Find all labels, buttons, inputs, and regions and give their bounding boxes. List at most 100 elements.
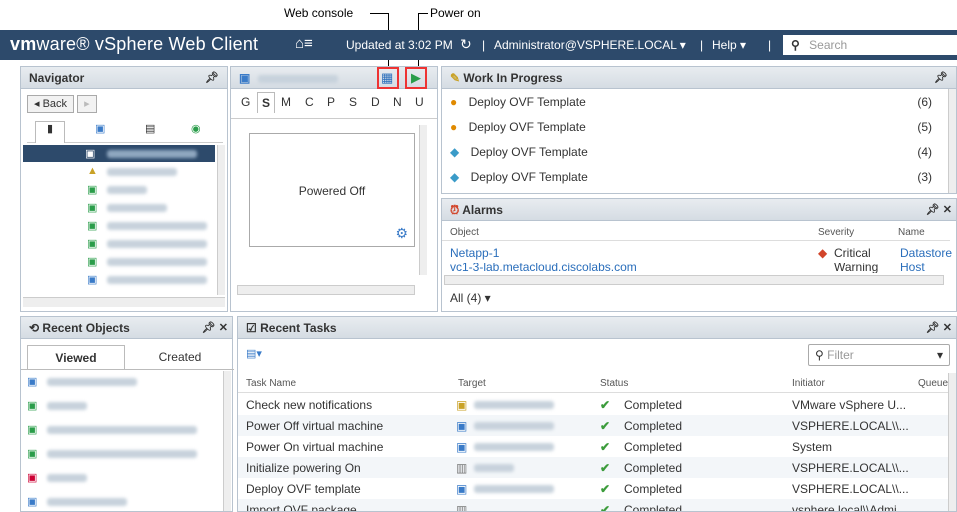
recent-objects-scrollbar[interactable] — [223, 371, 231, 511]
networking-icon[interactable]: ◉ — [191, 122, 201, 135]
wip-icon: ✎ — [450, 71, 461, 85]
separator: | — [482, 38, 486, 52]
chevron-down-icon[interactable]: ▾ — [937, 348, 943, 362]
wip-item[interactable]: ● Deploy OVF Template (6) — [442, 91, 950, 113]
list-item[interactable]: ▣ — [27, 447, 217, 465]
inventory-tabs: ▮ ▣ ▤ ◉ — [27, 119, 223, 143]
tab-networks[interactable]: N — [393, 95, 402, 109]
global-search-input[interactable]: ⚲ Search — [783, 35, 957, 55]
tree-row[interactable]: ▣ — [23, 181, 215, 198]
vms-templates-icon[interactable]: ▣ — [95, 122, 105, 135]
tree-scrollbar[interactable] — [217, 145, 225, 295]
alarm-row[interactable]: vc1-3-lab.metacloud.ciscolabs.com Warnin… — [442, 263, 950, 273]
check-icon: ✔ — [600, 398, 611, 412]
gear-icon[interactable]: ⚙ — [395, 225, 408, 242]
tasks-scrollbar[interactable] — [948, 373, 956, 511]
home-icon[interactable]: ⌂≡ — [295, 35, 313, 52]
tab-update-manager[interactable]: U — [415, 95, 424, 109]
tree-row[interactable]: ▣ — [23, 217, 215, 234]
warning-icon: ● — [450, 95, 458, 109]
alarm-row[interactable]: Netapp-1 ◆ Critical Datastore — [442, 243, 952, 263]
tree-row[interactable]: ▣ — [23, 253, 215, 270]
back-button[interactable]: ◂ Back — [27, 95, 75, 113]
hosts-clusters-icon[interactable]: ▮ — [35, 121, 65, 143]
vm-name — [257, 74, 338, 83]
summary-scrollbar[interactable] — [419, 125, 427, 275]
task-actions-icon[interactable]: ▤▾ — [246, 347, 262, 360]
navigator-header: Navigator 📌︎ — [21, 67, 227, 89]
wip-item[interactable]: ◆ Deploy OVF Template (4) — [442, 141, 950, 163]
pin-icon[interactable]: 📌︎ — [934, 71, 948, 84]
vm-deploy-icon: ◆ — [450, 145, 460, 159]
tab-datastores[interactable]: D — [371, 95, 380, 109]
tab-summary[interactable]: S — [257, 92, 276, 113]
wip-item[interactable]: ◆ Deploy OVF Template (3) — [442, 166, 950, 188]
tab-viewed[interactable]: Viewed — [27, 345, 125, 369]
tree-row[interactable]: ▲ — [23, 163, 215, 180]
tree-row[interactable]: ▣ — [23, 271, 215, 288]
tab-getting-started[interactable]: G — [241, 95, 250, 109]
alarms-filter-dropdown[interactable]: All (4) ▾ — [450, 291, 491, 305]
tab-monitor[interactable]: M — [281, 95, 291, 109]
summary-h-scrollbar[interactable] — [237, 285, 415, 295]
web-console-callout: Web console — [284, 6, 354, 20]
inventory-tree: ▣ ▲ ▣ ▣ ▣ ▣ ▣ ▣ — [23, 145, 215, 295]
tasks-icon: ☑ — [246, 321, 257, 335]
wip-scrollbar[interactable] — [948, 89, 956, 193]
history-icon: ⟲ — [29, 321, 40, 335]
list-item[interactable]: ▣ — [27, 375, 217, 393]
web-console-icon[interactable]: ▦ — [381, 70, 393, 86]
recent-objects-panel: ⟲ Recent Objects 📌︎ ✕ Viewed Created ▣ ▣… — [20, 316, 234, 512]
vsphere-logo: vmware® vSphere Web Client — [10, 34, 259, 54]
vm-icon: ▣ — [87, 220, 98, 232]
vm-summary-panel: ▣ ▦ ▶ G S M C P S D N U Powered Off ⚙ — [230, 66, 438, 312]
task-filter-input[interactable]: ⚲ Filter ▾ — [808, 344, 950, 366]
table-row[interactable]: Power On virtual machine ▣ ✔ Completed S… — [238, 436, 950, 457]
vm-icon: ▣ — [456, 440, 468, 454]
vm-icon: ▣ — [239, 71, 251, 85]
web-console-callout-line — [370, 13, 388, 14]
list-item[interactable]: ▣ — [27, 495, 217, 511]
tree-row[interactable]: ▣ — [23, 199, 215, 216]
list-item[interactable]: ▣ — [27, 423, 217, 441]
pin-close-icons[interactable]: 📌︎ ✕ — [926, 203, 952, 216]
table-row[interactable]: Import OVF package ▥ ✔ Completed vsphere… — [238, 499, 950, 511]
tab-snapshots[interactable]: S — [349, 95, 357, 109]
alarms-h-scrollbar[interactable] — [444, 275, 944, 285]
vm-icon: ▣ — [27, 496, 38, 508]
list-item[interactable]: ▣ — [27, 471, 217, 489]
recent-tasks-panel: ☑ Recent Tasks 📌︎ ✕ ▤▾ ⚲ Filter ▾ Task N… — [237, 316, 957, 512]
table-row[interactable]: Deploy OVF template ▣ ✔ Completed VSPHER… — [238, 478, 950, 499]
user-menu[interactable]: Administrator@VSPHERE.LOCAL ▾ — [494, 38, 686, 52]
help-menu[interactable]: Help ▾ — [712, 38, 746, 52]
wip-item[interactable]: ● Deploy OVF Template (5) — [442, 116, 950, 138]
tab-created[interactable]: Created — [131, 350, 229, 364]
search-icon: ⚲ — [791, 38, 800, 52]
vm-icon: ▣ — [87, 256, 98, 268]
list-item[interactable]: ▣ — [27, 399, 217, 417]
search-icon: ⚲ — [815, 348, 824, 362]
check-icon: ✔ — [600, 482, 611, 496]
pin-close-icons[interactable]: 📌︎ ✕ — [926, 321, 952, 334]
storage-icon[interactable]: ▤ — [145, 122, 155, 135]
power-on-icon[interactable]: ▶ — [411, 70, 421, 86]
recent-objects-header: ⟲ Recent Objects 📌︎ ✕ — [21, 317, 232, 339]
vm-tabs: G S M C P S D N U — [231, 89, 437, 119]
forward-button[interactable]: ▸ — [77, 95, 97, 113]
vm-console-preview[interactable]: Powered Off ⚙ — [249, 133, 415, 247]
table-row[interactable]: Check new notifications ▣ ✔ Completed VM… — [238, 394, 950, 415]
vm-icon: ▣ — [87, 274, 98, 286]
power-on-callout: Power on — [430, 6, 481, 20]
tab-permissions[interactable]: P — [327, 95, 335, 109]
tab-configure[interactable]: C — [305, 95, 314, 109]
pin-close-icons[interactable]: 📌︎ ✕ — [202, 321, 228, 334]
tree-row[interactable]: ▣ — [23, 235, 215, 252]
table-row[interactable]: Power Off virtual machine ▣ ✔ Completed … — [238, 415, 950, 436]
refresh-icon[interactable]: ↻ — [460, 36, 472, 53]
table-row[interactable]: Initialize powering On ▥ ✔ Completed VSP… — [238, 457, 950, 478]
tree-row-selected[interactable]: ▣ — [23, 145, 215, 162]
check-icon: ✔ — [600, 419, 611, 433]
navigator-panel: Navigator 📌︎ ◂ Back ▸ ▮ ▣ ▤ ◉ ▣ ▲ ▣ ▣ ▣ … — [20, 66, 228, 312]
pin-icon[interactable]: 📌︎ — [205, 71, 219, 84]
tree-h-scrollbar[interactable] — [23, 297, 225, 307]
